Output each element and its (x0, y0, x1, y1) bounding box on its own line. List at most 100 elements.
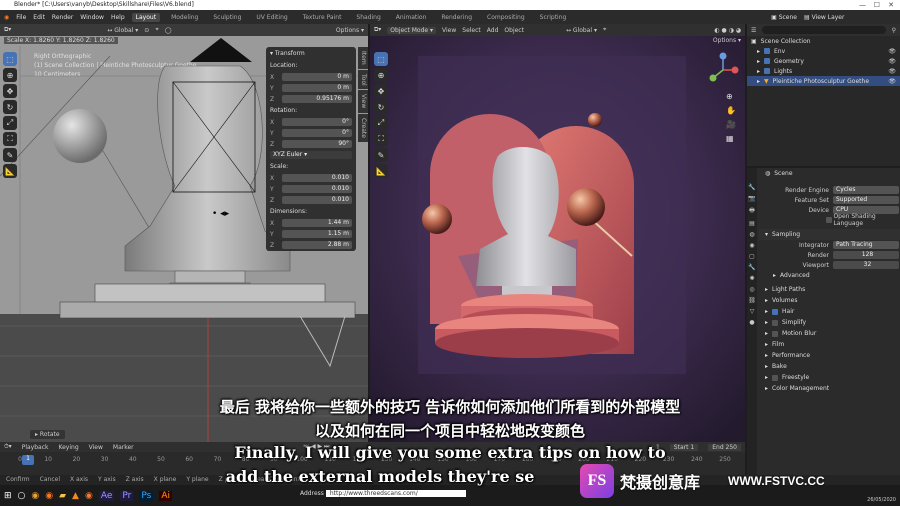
particles-tab-icon[interactable]: ✺ (749, 275, 754, 282)
workspace-tab-compositing[interactable]: Compositing (483, 13, 529, 22)
zoom-icon[interactable]: ⊕ (726, 92, 736, 101)
viewport-samples-row[interactable]: Viewport 32 (759, 260, 900, 270)
premiere-icon[interactable]: Pr (120, 490, 134, 501)
move-tool-icon-right[interactable]: ✥ (374, 84, 388, 98)
checkbox-icon[interactable] (764, 48, 771, 54)
scene-tab-icon[interactable]: ◍ (749, 231, 754, 238)
hair-checkbox[interactable] (772, 308, 779, 315)
dimensions-x-field[interactable]: X 1.44 m (270, 218, 352, 228)
annotate-tool-icon-right[interactable]: ✎ (374, 148, 388, 162)
rotation-x-field[interactable]: X 0° (270, 117, 352, 127)
workspace-tab-scripting[interactable]: Scripting (536, 13, 571, 22)
rotate-tool-icon-right[interactable]: ↻ (374, 100, 388, 114)
motion-blur-panel[interactable]: ▸ Motion Blur (759, 328, 900, 339)
freestyle-checkbox[interactable] (772, 374, 779, 381)
chrome-icon[interactable]: ◉ (31, 491, 39, 501)
constraints-tab-icon[interactable]: ⛓ (748, 297, 756, 304)
outliner-search-input[interactable] (762, 26, 886, 34)
cursor-tool-icon-right[interactable]: ⊕ (374, 68, 388, 82)
menu-object-3d[interactable]: Object (504, 27, 524, 34)
select-tool-icon[interactable]: ⬚ (3, 52, 17, 66)
advanced-subpanel[interactable]: ▸ Advanced (759, 270, 900, 281)
checkbox-icon[interactable] (764, 68, 771, 74)
tab-view[interactable]: View (358, 90, 368, 113)
color-management-panel[interactable]: ▸ Color Management (759, 383, 900, 394)
render-samples-field[interactable]: 128 (833, 251, 899, 259)
snap-icon-right[interactable]: ⌖ (603, 26, 606, 34)
camera-view-icon[interactable]: 🎥 (726, 120, 736, 129)
workspace-tab-shading[interactable]: Shading (352, 13, 384, 22)
close-icon[interactable]: ✕ (888, 0, 894, 10)
transform-tool-icon-right[interactable]: ⛶ (374, 132, 388, 146)
object-tab-icon[interactable]: ▢ (749, 253, 755, 260)
render-samples-row[interactable]: Render 128 (759, 250, 900, 260)
folder-icon[interactable]: ▰ (59, 491, 66, 501)
left-viewport[interactable]: ⧉▾ ↔ Global ▾ ⊙ ⌖ ◯ Options ▾ Scale X: 1… (0, 24, 368, 442)
scale-x-field[interactable]: X 0.010 (270, 173, 352, 183)
start-icon[interactable]: ⊞ (4, 491, 12, 501)
scale-z-field[interactable]: Z 0.010 (270, 195, 352, 205)
freestyle-panel[interactable]: ▸ Freestyle (759, 372, 900, 383)
cursor-tool-icon[interactable]: ⊕ (3, 68, 17, 82)
checkbox-icon[interactable] (764, 58, 771, 64)
rotation-mode-dropdown[interactable]: XYZ Euler ▾ (270, 150, 352, 160)
firefox-icon[interactable]: ◉ (45, 491, 53, 501)
menu-view-3d[interactable]: View (442, 27, 456, 34)
menu-window[interactable]: Window (80, 14, 104, 21)
menu-edit[interactable]: Edit (33, 14, 45, 21)
eye-icon[interactable]: 👁 (888, 58, 896, 65)
scale-tool-icon[interactable]: ⤢ (3, 116, 17, 130)
shading-icons[interactable]: ◐ ● ◑ ◕ (714, 27, 741, 34)
simplify-checkbox[interactable] (772, 319, 779, 326)
location-y-field[interactable]: Y0 m (270, 83, 352, 93)
measure-tool-icon-right[interactable]: 📐 (374, 164, 388, 178)
illustrator-icon[interactable]: Ai (159, 490, 172, 501)
viewport-samples-field[interactable]: 32 (833, 261, 899, 269)
menu-render[interactable]: Render (52, 14, 73, 21)
film-panel[interactable]: ▸ Film (759, 339, 900, 350)
tab-create[interactable]: Create (358, 113, 368, 142)
rotation-z-field[interactable]: Z 90° (270, 139, 352, 149)
physics-tab-icon[interactable]: ◎ (749, 286, 754, 293)
rotate-tool-icon[interactable]: ↻ (3, 100, 17, 114)
address-input[interactable]: http://www.threedscans.com/ (325, 490, 466, 497)
options-dropdown-right[interactable]: Options ▾ (713, 37, 741, 44)
world-tab-icon[interactable]: ◉ (749, 242, 754, 249)
eye-icon[interactable]: 👁 (888, 48, 896, 55)
menu-help[interactable]: Help (111, 14, 125, 21)
volumes-panel[interactable]: ▸ Volumes (759, 295, 900, 306)
mode-dropdown[interactable]: Object Mode ▾ (387, 26, 437, 34)
motion-blur-checkbox[interactable] (772, 330, 779, 337)
render-engine-row[interactable]: Render Engine Cycles (759, 185, 900, 195)
data-tab-icon[interactable]: ▽ (750, 308, 755, 315)
integrator-dropdown[interactable]: Path Tracing (833, 241, 899, 249)
after-effects-icon[interactable]: Ae (98, 490, 115, 501)
select-tool-icon-right[interactable]: ⬚ (374, 52, 388, 66)
search-icon[interactable]: ○ (18, 491, 26, 501)
rotation-y-field[interactable]: Y 0° (270, 128, 352, 138)
move-tool-icon[interactable]: ✥ (3, 84, 17, 98)
editor-type-icon[interactable]: ⧉▾ (4, 26, 11, 34)
osl-row[interactable]: Open Shading Language (759, 213, 900, 227)
tab-tool[interactable]: Tool (358, 69, 368, 90)
location-z-field[interactable]: Z 0.95176 m (270, 94, 352, 104)
workspace-tab-rendering[interactable]: Rendering (437, 13, 476, 22)
osl-checkbox[interactable] (826, 217, 832, 223)
view-layer-selector[interactable]: ▤ View Layer (804, 14, 888, 21)
feature-set-row[interactable]: Feature Set Supported (759, 195, 900, 205)
orientation-dropdown-right[interactable]: ↔ Global ▾ (566, 27, 597, 34)
scale-y-field[interactable]: Y 0.010 (270, 184, 352, 194)
maximize-icon[interactable]: ☐ (874, 0, 880, 10)
location-x-field[interactable]: X0 m (270, 72, 352, 82)
pan-icon[interactable]: ✋ (726, 106, 736, 115)
material-tab-icon[interactable]: ● (749, 319, 754, 326)
modifier-tab-icon[interactable]: 🔧 (748, 264, 755, 271)
blender-taskbar-icon[interactable]: ◉ (85, 491, 93, 501)
menu-select-3d[interactable]: Select (462, 27, 481, 34)
workspace-tab-modeling[interactable]: Modeling (167, 13, 202, 22)
workspace-tab-uv-editing[interactable]: UV Editing (252, 13, 291, 22)
integrator-row[interactable]: Integrator Path Tracing (759, 240, 900, 250)
proportional-icon[interactable]: ◯ (165, 27, 172, 34)
menu-add-3d[interactable]: Add (487, 27, 499, 34)
outliner-scene-collection[interactable]: ▣ Scene Collection (747, 36, 900, 46)
